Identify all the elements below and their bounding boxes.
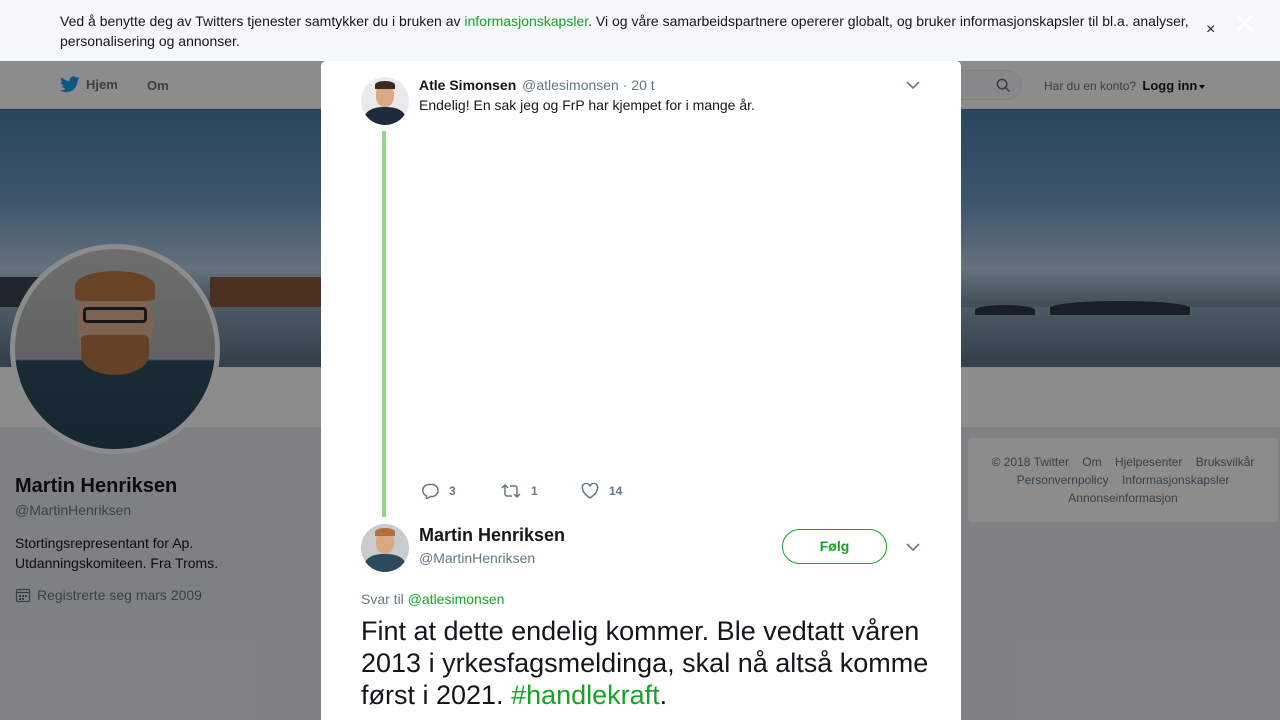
avatar-hair (375, 528, 395, 536)
parent-tweet-time[interactable]: 20 t (631, 77, 654, 93)
tweet-actions: 3 1 14 (421, 483, 661, 499)
reply-count: 3 (449, 484, 456, 498)
tweet-modal: Atle Simonsen @atlesimonsen · 20 t Endel… (321, 61, 961, 720)
cookie-link[interactable]: informasjonskapsler (464, 13, 588, 29)
cookie-banner: Ved å benytte deg av Twitters tjenester … (0, 0, 1280, 61)
chevron-down-icon[interactable] (906, 80, 920, 90)
retweet-icon (501, 483, 521, 499)
reply-icon (422, 483, 439, 499)
main-tweet-name[interactable]: Martin Henriksen (419, 525, 565, 546)
cookie-text-before: Ved å benytte deg av Twitters tjenester … (60, 13, 465, 29)
avatar-body (365, 107, 405, 125)
reply-to-prefix: Svar til (361, 591, 404, 607)
avatar[interactable] (361, 524, 409, 572)
main-tweet-handle[interactable]: @MartinHenriksen (419, 550, 535, 566)
like-icon (581, 483, 599, 499)
reply-to-link[interactable]: @atlesimonsen (408, 591, 505, 607)
avatar[interactable] (361, 77, 409, 125)
avatar-hair (375, 81, 395, 89)
like-count: 14 (609, 484, 623, 498)
cookie-close-icon[interactable]: × (1206, 22, 1215, 38)
parent-tweet-separator: · (622, 77, 628, 93)
hashtag-link[interactable]: #handlekraft (511, 680, 660, 710)
retweet-count: 1 (531, 484, 538, 498)
parent-tweet-header: Atle Simonsen @atlesimonsen · 20 t (419, 77, 655, 93)
chevron-down-icon[interactable] (906, 542, 920, 552)
like-button[interactable]: 14 (581, 483, 661, 499)
retweet-button[interactable]: 1 (501, 483, 581, 499)
thread-line (382, 131, 386, 517)
parent-tweet-name[interactable]: Atle Simonsen (419, 77, 516, 93)
reply-button[interactable]: 3 (421, 483, 501, 499)
reply-to: Svar til @atlesimonsen (361, 591, 504, 607)
follow-button[interactable]: Følg (782, 529, 887, 564)
main-tweet-text: Fint at dette endelig kommer. Ble vedtat… (361, 615, 931, 711)
main-tweet-end: . (659, 680, 668, 710)
parent-tweet-handle[interactable]: @atlesimonsen (522, 77, 619, 93)
cookie-text: Ved å benytte deg av Twitters tjenester … (60, 11, 1195, 51)
close-icon[interactable]: ✕ (1232, 10, 1257, 40)
parent-tweet-text: Endelig! En sak jeg og FrP har kjempet f… (419, 97, 755, 113)
avatar-body (365, 554, 405, 572)
